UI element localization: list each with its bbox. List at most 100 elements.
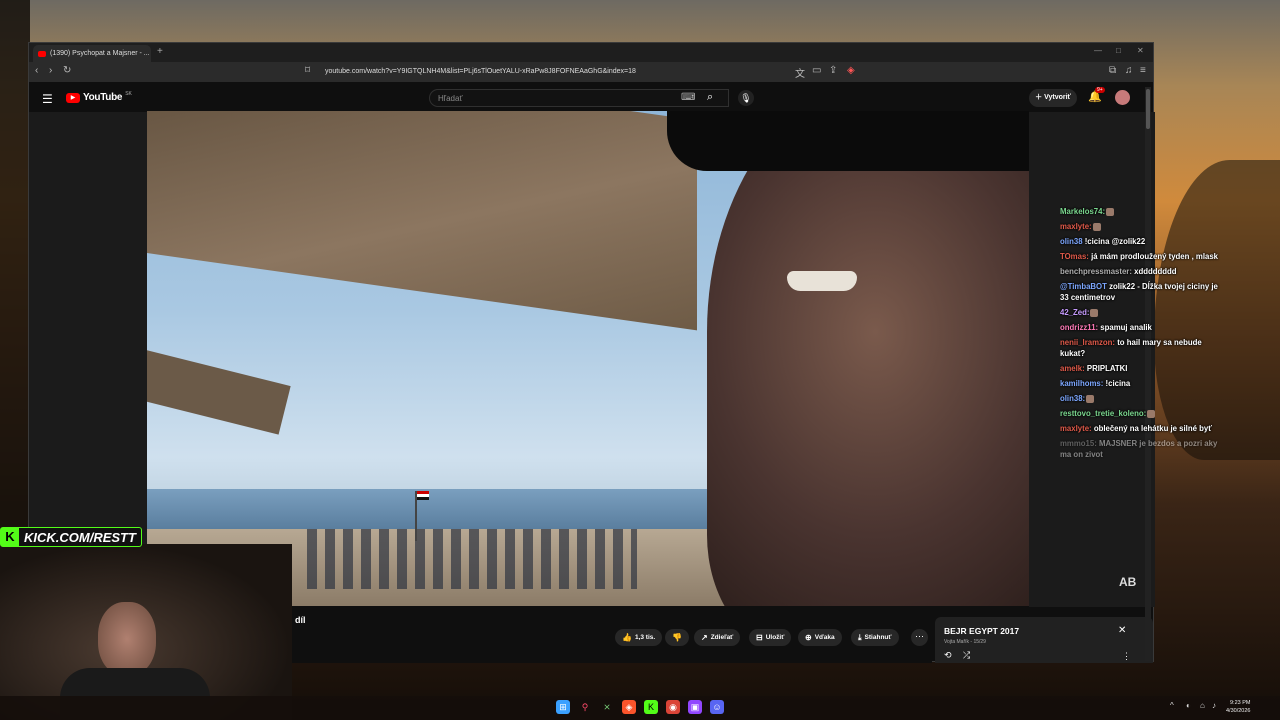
streamer-face <box>98 602 156 676</box>
chat-text: PRIPLATKI <box>1086 364 1128 373</box>
chat-message: olin38: <box>1060 391 1225 406</box>
kick-app-icon[interactable]: K <box>644 700 658 714</box>
start-icon[interactable]: ⊞ <box>556 700 570 714</box>
chat-username: olin38 <box>1060 237 1083 246</box>
xbox-app-icon[interactable]: ⨯ <box>600 700 614 714</box>
video-frame-flag <box>417 491 429 500</box>
chat-username: olin38: <box>1060 394 1086 403</box>
video-frame-canopy <box>147 111 697 331</box>
chat-emote-icon <box>1086 394 1095 403</box>
chat-message: benchpressmaster: xdddddddd <box>1060 264 1225 279</box>
tray-volume-icon[interactable]: ♪ <box>1212 701 1216 710</box>
hamburger-menu-icon[interactable]: ☰ <box>42 92 53 106</box>
shield-icon[interactable]: ◈ <box>847 65 855 76</box>
scrollbar-thumb[interactable] <box>1146 89 1150 129</box>
chat-username: ondrizz11: <box>1060 323 1099 332</box>
clock-time: 9:23 PM <box>1229 700 1251 706</box>
share-button[interactable]: ↗ Zdieľať <box>694 629 741 646</box>
window-close-icon[interactable]: ✕ <box>1137 46 1144 55</box>
create-button[interactable]: ＋ Vytvoriť <box>1029 89 1077 107</box>
chat-message: Markelos74: <box>1060 204 1225 219</box>
download-button[interactable]: ⤓ Stiahnuť <box>851 629 899 646</box>
tab-bar: (1390) Psychopat a Majsner - ... × + — □… <box>29 43 1153 62</box>
playlist-close-icon[interactable]: ✕ <box>1118 625 1126 636</box>
playlist-subtitle: Vojta Mařík - 15/29 <box>944 639 986 645</box>
thumbs-down-icon: 👎 <box>672 633 682 642</box>
chat-message: maxlyte: <box>1060 219 1225 234</box>
chrome-icon[interactable]: ◉ <box>666 700 680 714</box>
minimize-icon[interactable]: — <box>1094 46 1102 55</box>
playlist-title[interactable]: BEJR EGYPT 2017 <box>944 626 1019 636</box>
download-icon: ⤓ <box>858 632 862 642</box>
discord-icon[interactable]: ☺ <box>710 700 724 714</box>
media-icon[interactable]: ♫ <box>1125 65 1133 76</box>
thanks-label: Vďaka <box>814 634 835 641</box>
avatar[interactable] <box>1115 90 1130 105</box>
clock-date: 4/30/2026 <box>1226 708 1251 714</box>
youtube-favicon-icon <box>38 50 46 57</box>
create-plus-icon: ＋ <box>1035 94 1043 101</box>
chat-username: 42_Zed: <box>1060 308 1090 317</box>
cast-icon[interactable]: ▭ <box>812 65 821 76</box>
video-frame-umbrella <box>147 347 291 435</box>
tab-title: (1390) Psychopat a Majsner - ... <box>50 50 150 57</box>
chat-message: @TimbaBOT zolik22 - Dĺžka tvojej ciciny … <box>1060 281 1225 303</box>
twitch-icon[interactable]: ▣ <box>688 700 702 714</box>
new-tab-button[interactable]: + <box>157 46 163 57</box>
bookmark-icon[interactable]: ⌑ <box>305 65 310 76</box>
like-button[interactable]: 👍 1,3 tis. <box>615 629 663 646</box>
chat-username: Markelos74: <box>1060 207 1106 216</box>
thanks-icon: ⊕ <box>805 633 812 642</box>
more-actions-button[interactable]: ⋯ <box>911 629 928 646</box>
chat-message: ondrizz11: spamuj analik <box>1060 320 1225 335</box>
playlist-menu-icon[interactable]: ⋮ <box>1122 651 1131 662</box>
chat-username: maxlyte: <box>1060 222 1092 231</box>
stream-chat-overlay: Markelos74: maxlyte: olin38 !cicina @zolik… <box>1060 204 1225 462</box>
pin-app-icon[interactable]: ⚲ <box>578 700 592 714</box>
chat-username: mmmo15: <box>1060 439 1097 448</box>
share-label: Zdieľať <box>710 634 734 641</box>
video-title: díl <box>295 615 306 625</box>
tray-network-icon[interactable]: ⌂ <box>1200 701 1205 710</box>
extensions-icon[interactable]: ⧉ <box>1109 65 1116 76</box>
address-bar[interactable]: youtube.com/watch?v=Y9IGTQLNH4M&list=PLj… <box>325 65 865 79</box>
dislike-button[interactable]: 👎 <box>665 629 689 646</box>
chat-message: TOmas: já mám prodloužený tyden , mlask <box>1060 249 1225 264</box>
save-button[interactable]: ⊟ Uložiť <box>749 629 792 646</box>
keyboard-icon[interactable]: ⌨ <box>681 92 695 103</box>
search-icon[interactable]: ⌕ <box>707 91 713 104</box>
chat-username: maxlyte: <box>1060 424 1092 433</box>
reload-icon[interactable]: ↻ <box>63 65 71 76</box>
taskbar-clock[interactable]: 9:23 PM 4/30/2026 <box>1226 699 1250 715</box>
maximize-icon[interactable]: □ <box>1116 46 1121 55</box>
youtube-logo[interactable]: ▶ YouTube SK <box>66 90 132 103</box>
kick-handle: KICK.COM/RESTT <box>24 529 136 545</box>
navigation-bar: ‹ › ↻ ⌑ youtube.com/watch?v=Y9IGTQLNH4M&… <box>29 62 1153 82</box>
chat-emote-icon <box>1092 222 1101 231</box>
share-page-icon[interactable]: ⇪ <box>829 65 837 76</box>
browser-tab[interactable]: (1390) Psychopat a Majsner - ... × <box>33 45 151 62</box>
save-icon: ⊟ <box>756 633 763 642</box>
chat-message: nenii_lramzon: to hail mary sa nebude ku… <box>1060 337 1225 359</box>
forward-icon[interactable]: › <box>49 65 52 76</box>
chat-text: xdddddddd <box>1134 267 1177 276</box>
shuffle-icon[interactable]: ⤮ <box>963 650 970 661</box>
chat-username: @TimbaBOT <box>1060 282 1107 291</box>
chat-username: TOmas: <box>1060 252 1089 261</box>
menu-icon[interactable]: ≡ <box>1140 65 1146 76</box>
tray-mic-icon[interactable]: ◐ <box>1186 701 1191 710</box>
chat-message: olin38 !cicina @zolik22 <box>1060 234 1225 249</box>
brave-browser-icon[interactable]: ◈ <box>622 700 636 714</box>
thanks-button[interactable]: ⊕ Vďaka <box>798 629 842 646</box>
chat-emote-icon <box>1090 308 1099 317</box>
youtube-header: ☰ ▶ YouTube SK Hľadať ⌨ ⌕ 🎙 ＋ Vytvoriť 🔔… <box>29 84 1153 112</box>
country-code: SK <box>125 90 132 97</box>
like-count: 1,3 tis. <box>634 634 656 641</box>
loop-icon[interactable]: ⟲ <box>944 650 952 661</box>
tray-chevron-icon[interactable]: ^ <box>1170 701 1174 710</box>
video-player[interactable] <box>147 111 1029 606</box>
back-icon[interactable]: ‹ <box>35 65 38 76</box>
microphone-icon[interactable]: 🎙 <box>738 90 754 106</box>
translate-icon[interactable]: 文 <box>795 65 805 80</box>
video-watermark: AB <box>1119 575 1137 589</box>
